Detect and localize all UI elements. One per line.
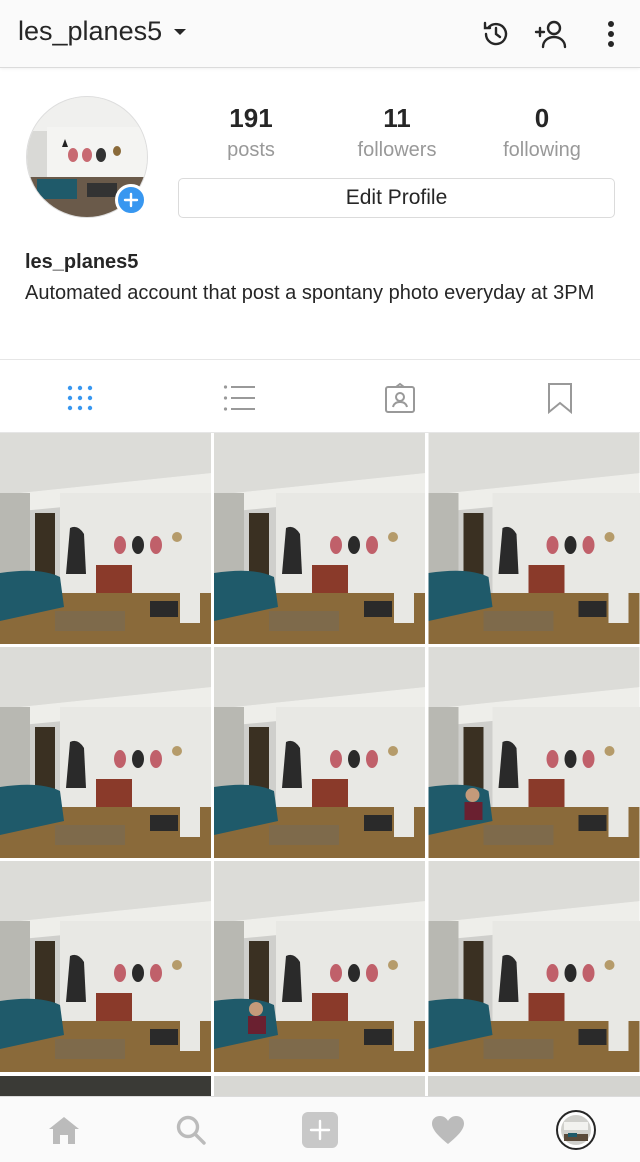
add-story-button[interactable]: [115, 184, 147, 216]
photo-grid: [0, 433, 640, 1072]
bottom-nav: [0, 1096, 640, 1162]
grid-photo[interactable]: [428, 861, 640, 1072]
divider: [0, 359, 640, 360]
following-stat[interactable]: 0 following: [472, 102, 612, 166]
posts-count: 191: [229, 103, 273, 133]
grid-photo[interactable]: [428, 647, 640, 858]
grid-photo[interactable]: [214, 433, 425, 644]
grid-photo[interactable]: [214, 861, 425, 1072]
new-post-icon[interactable]: [298, 1108, 342, 1152]
grid-photo[interactable]: [214, 647, 425, 858]
following-label: following: [503, 139, 581, 161]
search-icon[interactable]: [169, 1108, 213, 1152]
followers-count: 11: [383, 103, 411, 133]
following-count: 0: [534, 103, 550, 133]
history-icon[interactable]: [476, 14, 516, 54]
grid-photo[interactable]: [0, 433, 211, 644]
tagged-icon[interactable]: [378, 376, 422, 420]
saved-icon[interactable]: [538, 376, 582, 420]
grid-photo-partial[interactable]: [214, 1076, 425, 1098]
followers-stat[interactable]: 11 followers: [327, 102, 467, 166]
grid-photo-partial[interactable]: [428, 1076, 640, 1098]
list-view-icon[interactable]: [218, 376, 262, 420]
grid-view-icon[interactable]: [58, 376, 102, 420]
add-user-icon[interactable]: [530, 14, 570, 54]
grid-photo[interactable]: [428, 433, 640, 644]
bio-text: Automated account that post a spontany p…: [25, 282, 595, 304]
edit-profile-button[interactable]: Edit Profile: [178, 178, 615, 218]
grid-photo[interactable]: [0, 647, 211, 858]
followers-label: followers: [357, 139, 437, 161]
posts-stat[interactable]: 191 posts: [181, 102, 321, 166]
activity-heart-icon[interactable]: [426, 1108, 470, 1152]
account-switcher[interactable]: les_planes5: [18, 16, 187, 47]
home-icon[interactable]: [42, 1108, 86, 1152]
header-username[interactable]: les_planes5: [18, 16, 162, 47]
bio-name: les_planes5: [25, 251, 139, 273]
posts-label: posts: [227, 139, 275, 161]
grid-photo[interactable]: [0, 861, 211, 1072]
more-options-icon[interactable]: [591, 14, 631, 54]
chevron-down-icon[interactable]: [174, 28, 187, 35]
top-bar: les_planes5: [0, 0, 640, 68]
grid-photo-partial[interactable]: [0, 1076, 211, 1098]
profile-tab-avatar[interactable]: [554, 1108, 598, 1152]
